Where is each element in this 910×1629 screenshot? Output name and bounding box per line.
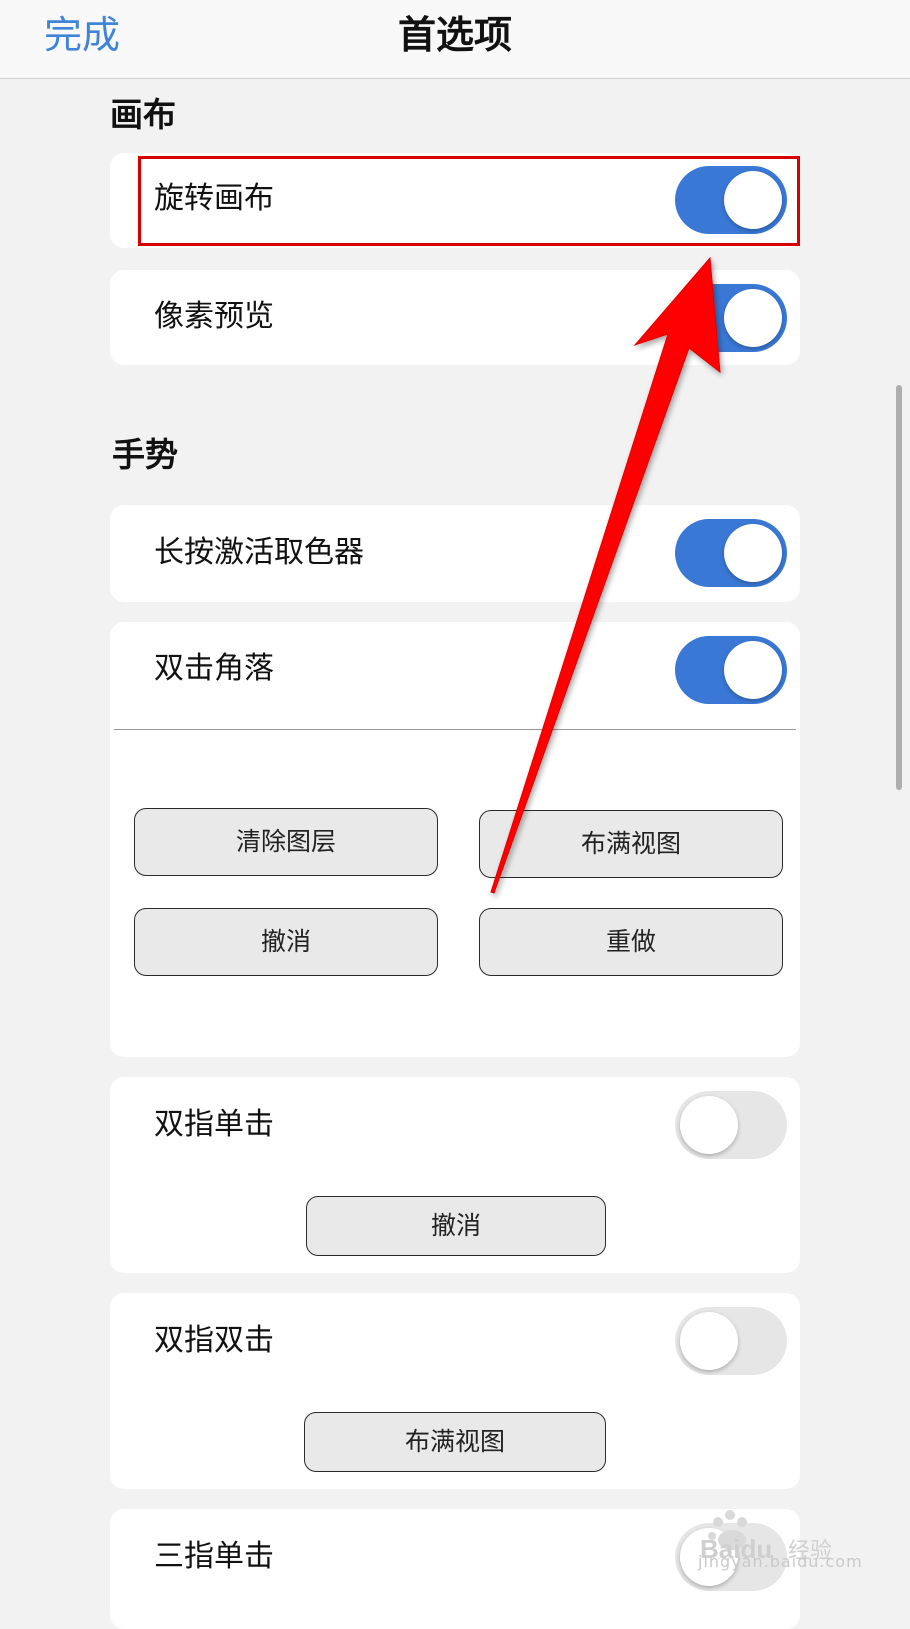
annotation-arrow-icon xyxy=(490,256,721,894)
watermark-url: jingyan.baidu.com xyxy=(698,1552,863,1571)
